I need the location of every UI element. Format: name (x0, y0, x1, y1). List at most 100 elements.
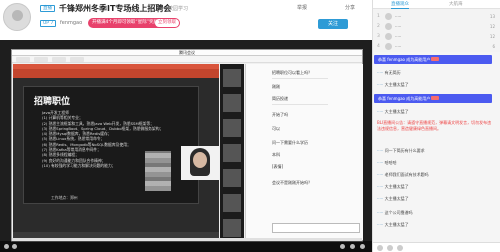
chat-username[interactable]: ····· (377, 82, 383, 87)
chat-message: ····· 问一下简历有什么要求 (377, 148, 425, 154)
meeting-chat-message: [表情] (272, 164, 284, 169)
presenter-video (181, 146, 219, 180)
emoji-icon[interactable] (377, 245, 383, 251)
rank-row[interactable]: 3 ····· 12 (377, 32, 497, 42)
meeting-chat-message: 可以 (272, 126, 280, 131)
participant-thumb (223, 219, 241, 237)
chat-username[interactable]: ····· (377, 172, 383, 177)
chat-username[interactable]: ····· (377, 210, 383, 215)
follow-button[interactable]: 关注 (318, 19, 348, 29)
participant-thumbnails (220, 64, 244, 240)
badge-icon (431, 96, 440, 100)
meeting-chat-message: 问一下需要什么学历 (272, 140, 308, 145)
gift-icon[interactable] (387, 245, 393, 251)
chat-message: ····· 大主播太猛了 (377, 184, 409, 190)
chat-text: 大主播太猛了 (384, 184, 409, 189)
chat-username[interactable]: ····· (377, 148, 383, 153)
meeting-window: 腾讯会议 招聘职位 Java开发工程师 (1) 计算机等相关专业； (2) 熟悉… (11, 49, 363, 242)
rank-value: 12 (489, 24, 495, 29)
ppt-ribbon (13, 64, 219, 78)
avatar (385, 33, 392, 40)
rank-row[interactable]: 2 ····· 12 (377, 22, 497, 32)
rank-username: ····· (395, 34, 402, 39)
side-tabs: 直播观众 大航海 (373, 0, 500, 9)
chat-username[interactable]: ····· (377, 184, 383, 189)
danmaku-chat-list: 恭喜 fenmgao 成为高能用户 ····· 有无简历 ····· 大主播太猛… (373, 52, 500, 242)
rank-row[interactable]: 1 ····· 13 (377, 12, 497, 22)
video-player[interactable]: 腾讯会议 招聘职位 Java开发工程师 (1) 计算机等相关专业； (2) 熟悉… (0, 40, 372, 252)
blurred-qr-image (145, 151, 171, 191)
participant-thumb (223, 94, 241, 112)
volume-icon[interactable] (12, 244, 17, 249)
rank-row[interactable]: 4 ····· 6 (377, 42, 497, 52)
meeting-chat-message: 本科 (272, 152, 280, 157)
participant-thumb (223, 119, 241, 137)
report-button[interactable]: 举报 (297, 4, 331, 12)
chat-username[interactable]: ····· (377, 109, 383, 114)
chat-message: ····· 有无简历 (377, 70, 401, 76)
chat-username[interactable]: ····· (377, 222, 383, 227)
rank-number: 2 (377, 24, 380, 29)
chat-message: ····· 大主播太猛了 (377, 109, 409, 115)
share-button[interactable]: 分享 (345, 4, 367, 12)
chat-message: ····· 大主播太猛了 (377, 222, 409, 228)
chat-toolbar (373, 242, 500, 252)
chat-message: ····· 大主播太猛了 (377, 196, 409, 202)
fullscreen-icon[interactable] (360, 244, 365, 249)
avatar (385, 13, 392, 20)
high-energy-notice: 恭喜 fenmgao 成为高能用户 (374, 94, 492, 103)
live-status-badge: 直播 (40, 5, 55, 12)
badge-icon (431, 57, 440, 61)
chat-text: 大主播太猛了 (384, 196, 409, 201)
avatar (385, 23, 392, 30)
chat-username[interactable]: ····· (377, 70, 383, 75)
side-panel: 直播观众 大航海 1 ····· 13 2 ····· 12 3 ····· 1… (372, 0, 500, 252)
notice-text: 恭喜 fenmgao 成为高能用户 (378, 96, 431, 101)
rank-number: 1 (377, 14, 380, 19)
rank-value: 13 (489, 14, 495, 19)
video-controls[interactable] (0, 241, 372, 252)
participant-thumb (223, 169, 241, 187)
room-title: 千锋郑州冬季IT专场线上招聘会 (59, 4, 172, 13)
meeting-chat-message: 简历投递 (272, 96, 288, 101)
meeting-chat-message: 招聘职位可以看上吗？ (272, 70, 312, 75)
level-badge: UP 7 (40, 20, 57, 27)
chat-text: 大主播太猛了 (384, 109, 409, 114)
chat-message: ····· 这个公司靠谱吗 (377, 210, 413, 216)
meeting-chat-input[interactable] (272, 223, 360, 233)
play-icon[interactable] (4, 244, 9, 249)
participant-thumb (223, 69, 241, 87)
rank-number: 4 (377, 44, 380, 49)
tab-guard[interactable]: 大航海 (449, 1, 463, 7)
chat-username[interactable]: ····· (377, 160, 383, 165)
chat-text: 这个公司靠谱吗 (384, 210, 413, 215)
danmaku-settings-icon[interactable] (397, 245, 403, 251)
meeting-chat-message: 开始了吗 (272, 112, 288, 117)
category-tag[interactable]: 校园学习 (168, 5, 188, 12)
chat-username[interactable]: ····· (377, 196, 383, 201)
avatar (385, 43, 392, 50)
rank-username: ····· (395, 44, 402, 49)
chat-text: 大主播太猛了 (384, 222, 409, 227)
streamer-name[interactable]: fenmgao (60, 20, 82, 26)
chat-text: 问一下简历有什么要求 (384, 148, 425, 153)
meeting-chat-message: 会议不是刚刚开始吗？ (272, 180, 312, 185)
chat-message: ····· 大主播太猛了 (377, 82, 409, 88)
rank-username: ····· (395, 24, 402, 29)
chat-text: 有无简历 (384, 70, 401, 75)
room-header: 直播 千锋郑州冬季IT专场线上招聘会 校园学习 举报 分享 UP 7 fenmg… (0, 0, 372, 40)
settings-icon[interactable] (340, 244, 345, 249)
promo-claim-button[interactable]: 立刻领取 (155, 19, 179, 27)
promo-banner[interactable]: 开播满4个月即可领取“星际”奖励 立刻领取 (88, 18, 180, 28)
streamer-avatar[interactable] (3, 3, 31, 31)
rank-username: ····· (395, 14, 402, 19)
high-energy-notice: 恭喜 fenmgao 成为高能用户 (374, 55, 492, 64)
chat-message: ····· 老师我们面试有技术题吗 (377, 172, 429, 178)
tab-viewers[interactable]: 直播观众 (391, 1, 409, 7)
rank-value: 6 (492, 44, 495, 49)
chat-text: 大主播太猛了 (384, 82, 409, 87)
pip-icon[interactable] (350, 244, 355, 249)
promo-text: 开播满4个月即可领取“星际”奖励 (92, 20, 159, 25)
slide-title: 招聘职位 (34, 97, 71, 107)
shared-screen: 招聘职位 Java开发工程师 (1) 计算机等相关专业； (2) 熟悉主流框架和… (13, 64, 219, 240)
